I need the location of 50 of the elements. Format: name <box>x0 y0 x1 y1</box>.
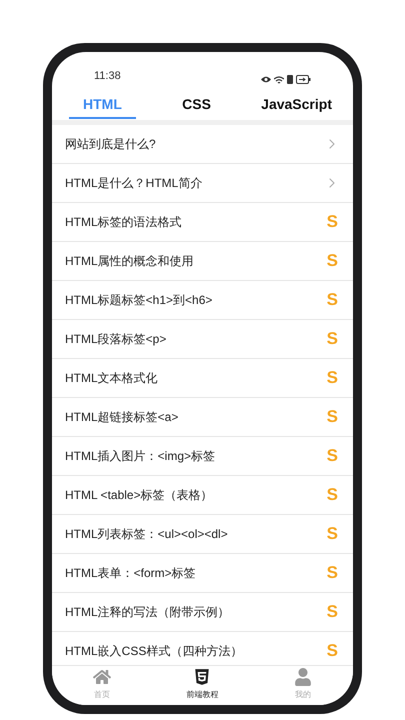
paid-label: S <box>326 367 339 390</box>
lesson-title: HTML列表标签：<ul><ol><dl> <box>65 526 228 543</box>
paid-label: S <box>326 562 339 584</box>
lesson-row[interactable]: HTML标题标签<h1>到<h6> S <box>52 281 353 320</box>
lesson-title: HTML标题标签<h1>到<h6> <box>65 292 212 309</box>
paid-label: S <box>326 640 339 662</box>
lesson-title: HTML <table>标签（表格） <box>65 487 213 504</box>
nav-tab[interactable]: 前端教程 <box>172 668 232 701</box>
paid-label: S <box>326 250 339 272</box>
user-icon <box>294 668 312 686</box>
lesson-row[interactable]: HTML插入图片：<img>标签 S <box>52 437 353 476</box>
paid-label: S <box>326 406 339 428</box>
lesson-row[interactable]: HTML注释的写法（附带示例） S <box>52 593 353 632</box>
lesson-row[interactable]: HTML列表标签：<ul><ol><dl> S <box>52 515 353 554</box>
battery-icon <box>296 75 311 84</box>
lesson-title: HTML文本格式化 <box>65 370 158 387</box>
home-icon <box>93 668 112 686</box>
lesson-title: HTML段落标签<p> <box>65 331 166 348</box>
paid-label: S <box>326 484 339 506</box>
lesson-row[interactable]: 网站到底是什么? <box>52 125 353 164</box>
tab[interactable]: JavaScript <box>257 92 336 119</box>
paid-label: S <box>326 601 339 624</box>
lesson-title: HTML插入图片：<img>标签 <box>65 448 216 465</box>
lesson-title: HTML标签的语法格式 <box>65 214 182 231</box>
lesson-title: HTML是什么？HTML简介 <box>65 175 202 192</box>
lesson-row[interactable]: HTML文本格式化 S <box>52 359 353 398</box>
lesson-row[interactable]: HTML <table>标签（表格） S <box>52 476 353 515</box>
paid-label: S <box>326 328 339 350</box>
lesson-title: HTML超链接标签<a> <box>65 409 178 426</box>
eye-icon <box>261 76 271 83</box>
paid-label: S <box>326 523 339 546</box>
lesson-row[interactable]: HTML属性的概念和使用 S <box>52 242 353 281</box>
lesson-row[interactable]: HTML超链接标签<a> S <box>52 398 353 437</box>
sim-icon <box>287 75 293 84</box>
tab[interactable]: CSS <box>178 92 215 119</box>
lesson-title: HTML注释的写法（附带示例） <box>65 604 230 621</box>
html5-icon <box>193 668 212 686</box>
lesson-row[interactable]: HTML是什么？HTML简介 <box>52 164 353 203</box>
paid-label: S <box>326 445 339 468</box>
lesson-row[interactable]: HTML表单：<form>标签 S <box>52 554 353 593</box>
lesson-title: HTML嵌入CSS样式（四种方法） <box>65 643 242 660</box>
paid-label: S <box>326 211 339 234</box>
wifi-icon <box>274 76 284 84</box>
lesson-row[interactable]: HTML段落标签<p> S <box>52 320 353 359</box>
lesson-title: 网站到底是什么? <box>65 136 156 153</box>
paid-label: S <box>326 289 339 312</box>
lesson-title: HTML属性的概念和使用 <box>65 253 194 270</box>
lesson-title: HTML表单：<form>标签 <box>65 565 196 582</box>
lesson-row[interactable]: HTML标签的语法格式 S <box>52 203 353 242</box>
status-time: 11:38 <box>94 68 121 84</box>
